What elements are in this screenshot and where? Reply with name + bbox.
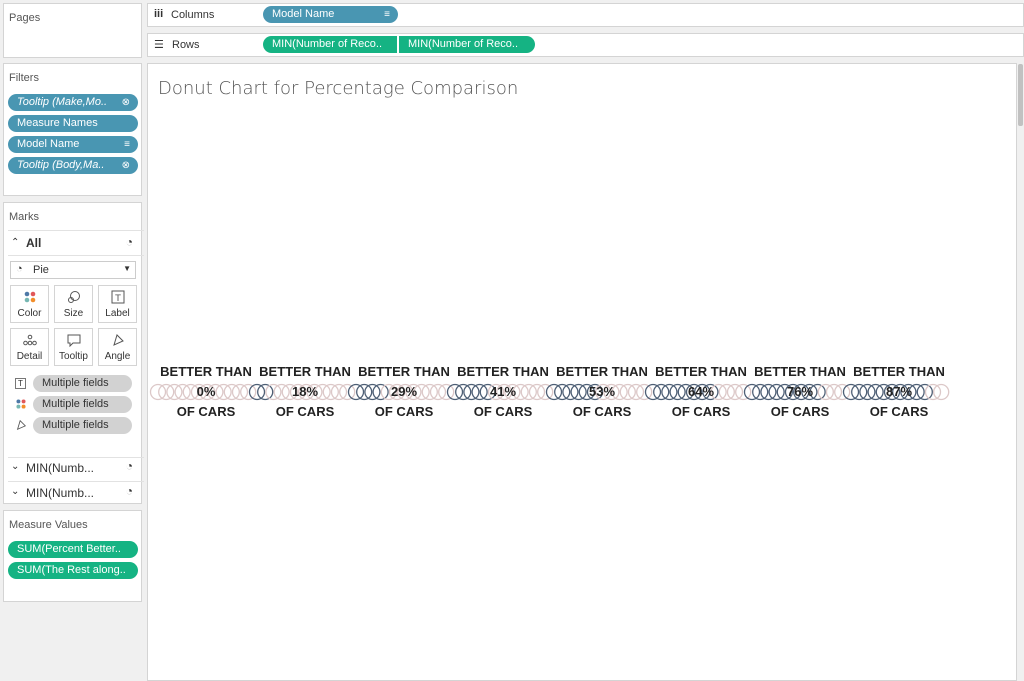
- filter-pill-tooltip-make[interactable]: Tooltip (Make,Mo.. ⊗: [8, 94, 138, 111]
- color-dots-icon: [11, 290, 48, 308]
- vertical-scrollbar[interactable]: [1017, 63, 1024, 681]
- donut-label-top: BETTER THAN: [655, 364, 747, 379]
- link-icon: ⊗: [121, 97, 130, 108]
- angle-encoding-icon: [15, 419, 27, 434]
- rows-pill-2[interactable]: MIN(Number of Reco..: [399, 36, 535, 53]
- pages-panel: Pages: [3, 3, 142, 58]
- pie-type-icon: ◔: [125, 235, 133, 249]
- filter-pill-measure-names[interactable]: Measure Names: [8, 115, 138, 132]
- expand-chevron-icon[interactable]: ⌄: [11, 461, 19, 472]
- link-icon: ⊗: [121, 160, 130, 171]
- label-button[interactable]: T Label: [98, 285, 137, 323]
- filters-panel: Filters Tooltip (Make,Mo.. ⊗ Measure Nam…: [3, 63, 142, 196]
- donut-label-top: BETTER THAN: [358, 364, 450, 379]
- color-encoding-pill[interactable]: Multiple fields: [33, 396, 132, 413]
- view-canvas: Donut Chart for Percentage Comparison BE…: [147, 63, 1017, 681]
- tooltip-icon: [55, 333, 92, 351]
- divider: [8, 457, 144, 458]
- donut-percent-label: 53%: [588, 384, 616, 399]
- donut-label-bottom: OF CARS: [869, 404, 929, 419]
- divider: [8, 255, 144, 256]
- measure-values-pill-percent-better[interactable]: SUM(Percent Better..: [8, 541, 138, 558]
- donut-percent-label: 0%: [196, 384, 216, 399]
- donut-label-bottom: OF CARS: [374, 404, 434, 419]
- marks-all-label[interactable]: All: [26, 236, 41, 250]
- filter-pill-tooltip-body[interactable]: Tooltip (Body,Ma.. ⊗: [8, 157, 138, 174]
- rows-pill-1[interactable]: MIN(Number of Reco..: [263, 36, 397, 53]
- size-button[interactable]: Size: [54, 285, 93, 323]
- donut-percent-label: 64%: [687, 384, 715, 399]
- donut-percent-label: 29%: [390, 384, 418, 399]
- size-icon: [55, 290, 92, 308]
- donut-label-top: BETTER THAN: [160, 364, 252, 379]
- detail-icon: [11, 333, 48, 351]
- donut-label-bottom: OF CARS: [770, 404, 830, 419]
- columns-shelf: iii Columns Model Name ≡: [147, 3, 1024, 27]
- divider: [8, 481, 144, 482]
- donut-label-top: BETTER THAN: [259, 364, 351, 379]
- rows-icon: ☰: [154, 39, 164, 51]
- donut-label-top: BETTER THAN: [457, 364, 549, 379]
- donut-label-bottom: OF CARS: [275, 404, 335, 419]
- measure-values-title: Measure Values: [9, 519, 88, 531]
- donut-percent-label: 18%: [291, 384, 319, 399]
- donut-label-bottom: OF CARS: [671, 404, 731, 419]
- sort-icon: ≡: [124, 139, 130, 150]
- mark-type-dropdown[interactable]: ◔ Pie ▼: [10, 261, 136, 279]
- mark-type-value: Pie: [33, 264, 49, 276]
- label-encoding-icon: T: [15, 378, 26, 389]
- scrollbar-thumb[interactable]: [1018, 64, 1023, 126]
- sort-icon: ≡: [384, 9, 390, 20]
- expand-chevron-icon[interactable]: ⌄: [11, 486, 19, 497]
- columns-icon: iii: [154, 8, 164, 20]
- color-button[interactable]: Color: [10, 285, 49, 323]
- pie-type-icon: ◔: [125, 459, 133, 473]
- filters-title: Filters: [9, 72, 39, 84]
- donut-percent-label: 76%: [786, 384, 814, 399]
- donut-label-bottom: OF CARS: [572, 404, 632, 419]
- color-encoding-icon: [15, 398, 27, 413]
- marks-title: Marks: [9, 211, 39, 223]
- angle-encoding-pill[interactable]: Multiple fields: [33, 417, 132, 434]
- label-icon: T: [99, 290, 136, 308]
- sub-marks-2-label[interactable]: MIN(Numb...: [26, 486, 94, 500]
- divider: [8, 230, 144, 231]
- angle-button[interactable]: Angle: [98, 328, 137, 366]
- rows-shelf: ☰ Rows MIN(Number of Reco.. MIN(Number o…: [147, 33, 1024, 57]
- donut-label-bottom: OF CARS: [473, 404, 533, 419]
- donut-label-top: BETTER THAN: [853, 364, 945, 379]
- marks-panel: Marks ⌃ All ◔ ◔ Pie ▼ Color Size T Label…: [3, 202, 144, 504]
- pages-title: Pages: [9, 12, 41, 24]
- filter-pill-model-name[interactable]: Model Name ≡: [8, 136, 138, 153]
- columns-label: Columns: [171, 9, 215, 21]
- tooltip-button[interactable]: Tooltip: [54, 328, 93, 366]
- collapse-chevron-icon[interactable]: ⌃: [11, 237, 19, 248]
- svg-text:T: T: [114, 294, 121, 304]
- donut-label-top: BETTER THAN: [754, 364, 846, 379]
- pie-type-icon: ◔: [125, 484, 133, 498]
- donut-label-bottom: OF CARS: [176, 404, 236, 419]
- label-encoding-pill[interactable]: Multiple fields: [33, 375, 132, 392]
- detail-button[interactable]: Detail: [10, 328, 49, 366]
- dropdown-arrow-icon: ▼: [123, 264, 131, 273]
- donut-row: BETTER THAN 0% OF CARS BETTER THAN 18% OF CAR…: [148, 64, 1018, 681]
- measure-values-pill-the-rest[interactable]: SUM(The Rest along..: [8, 562, 138, 579]
- donut-percent-label: 41%: [489, 384, 517, 399]
- donut-label-top: BETTER THAN: [556, 364, 648, 379]
- sub-marks-1-label[interactable]: MIN(Numb...: [26, 461, 94, 475]
- measure-values-panel: Measure Values SUM(Percent Better.. SUM(…: [3, 510, 142, 602]
- pie-icon: ◔: [16, 263, 23, 275]
- donut-percent-label: 87%: [885, 384, 913, 399]
- rows-label: Rows: [172, 39, 200, 51]
- angle-icon: [99, 333, 136, 351]
- columns-pill-model-name[interactable]: Model Name ≡: [263, 6, 398, 23]
